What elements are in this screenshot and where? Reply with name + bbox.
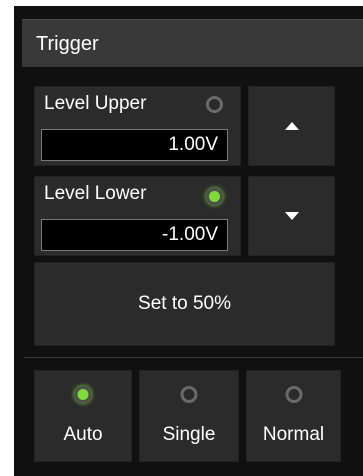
level-upper-indicator-icon (206, 96, 223, 113)
mode-single-indicator-icon (180, 386, 198, 403)
mode-normal-indicator-icon (285, 386, 302, 403)
level-upper-label: Level Upper (44, 93, 147, 114)
level-lower-indicator-icon (206, 188, 223, 205)
mode-normal-button[interactable]: Normal (246, 370, 341, 462)
mode-auto-label: Auto (63, 424, 103, 445)
mode-single-button[interactable]: Single (139, 370, 239, 462)
set-to-50-label: Set to 50% (138, 293, 231, 314)
level-upper-card[interactable]: Level Upper 1.00V (34, 86, 241, 166)
level-lower-value[interactable]: -1.00V (41, 219, 228, 251)
mode-auto-button[interactable]: Auto (34, 370, 132, 462)
arrow-down-icon (284, 212, 299, 220)
level-upper-value[interactable]: 1.00V (41, 129, 228, 161)
mode-single-label: Single (162, 424, 216, 445)
mode-auto-indicator-icon (74, 386, 92, 403)
divider (24, 357, 363, 358)
level-down-button[interactable] (248, 176, 335, 256)
panel-title: Trigger (22, 19, 363, 67)
level-lower-label: Level Lower (44, 183, 147, 204)
set-to-50-button[interactable]: Set to 50% (34, 262, 335, 346)
level-lower-card[interactable]: Level Lower -1.00V (34, 176, 241, 256)
mode-normal-label: Normal (262, 424, 325, 445)
panel-title-text: Trigger (36, 33, 99, 55)
level-up-button[interactable] (248, 86, 335, 166)
arrow-up-icon (284, 122, 299, 130)
